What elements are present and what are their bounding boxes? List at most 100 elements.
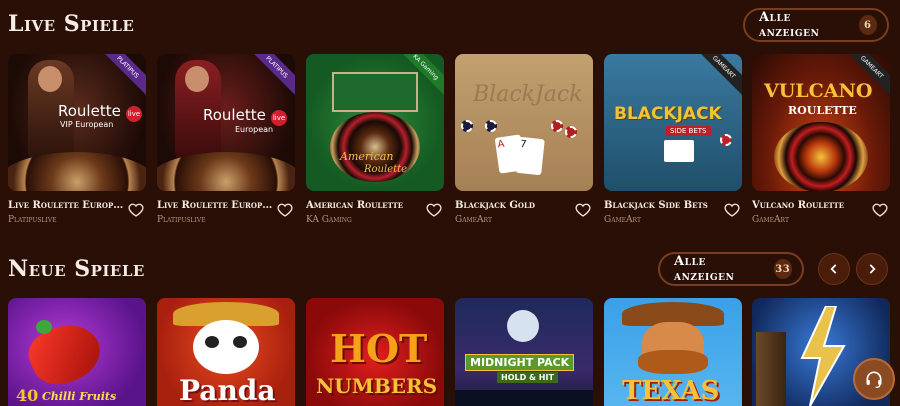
game-title[interactable]: Vulcano Roulette (752, 200, 868, 211)
roulette-wheel (774, 122, 868, 191)
favorite-heart-icon[interactable] (575, 202, 591, 218)
favorite-heart-icon[interactable] (128, 202, 144, 218)
game-provider: GameArt (752, 215, 789, 225)
panda-eye (233, 336, 247, 348)
pepper-stem (36, 320, 52, 334)
thumb-subtitle: NUMBERS (316, 374, 438, 398)
count-badge: 33 (773, 259, 792, 279)
game-provider: KA Gaming (306, 215, 352, 225)
thumb-title: TEXAS (622, 376, 720, 406)
live-badge: live (126, 106, 142, 122)
headset-icon (866, 371, 882, 388)
count-badge: 6 (858, 15, 877, 35)
game-card-live-roulette-european[interactable]: Roulette live European PLATIPUS Live Rou… (157, 54, 295, 225)
forest-silhouette (455, 390, 593, 406)
dealer-face (185, 66, 209, 92)
game-card-blackjack-gold[interactable]: BlackJack A 7 Blackjack Gold GameArt (455, 54, 593, 225)
thumb-title: Panda (179, 374, 276, 406)
favorite-heart-icon[interactable] (724, 202, 740, 218)
provider-ribbon: PLATIPUS (94, 54, 146, 101)
game-thumbnail[interactable]: Panda (157, 298, 295, 406)
dealer-face (38, 66, 62, 92)
roulette-wheel (157, 152, 295, 191)
favorite-heart-icon[interactable] (277, 202, 293, 218)
moon (507, 310, 539, 342)
game-title[interactable]: Live Roulette European (157, 200, 273, 211)
game-card-new-hot-numbers[interactable]: HOT NUMBERS (306, 298, 444, 406)
game-title[interactable]: Blackjack Side Bets (604, 200, 720, 211)
thumb-title: VULCANO (764, 80, 873, 102)
game-card-new-chilli-fruits[interactable]: 40 Chilli Fruits (8, 298, 146, 406)
cowboy-beard (638, 350, 708, 374)
chevron-left-icon (830, 264, 837, 274)
roulette-table (332, 72, 418, 112)
game-card-american-roulette[interactable]: American Roulette KA Gaming American Rou… (306, 54, 444, 225)
game-thumbnail[interactable]: VULCANO ROULETTE GAMEART (752, 54, 890, 191)
game-provider: Platipuslive (157, 215, 206, 225)
thumb-subtitle: ROULETTE (788, 104, 857, 117)
game-provider: GameArt (455, 215, 492, 225)
show-all-label: Alle anzeigen (759, 10, 820, 40)
game-provider: GameArt (604, 215, 641, 225)
panda-face (193, 320, 259, 374)
game-thumbnail[interactable]: American Roulette KA Gaming (306, 54, 444, 191)
casino-chip (720, 134, 732, 146)
provider-ribbon: GAMEART (690, 54, 742, 101)
game-title[interactable]: Live Roulette European... (8, 200, 124, 211)
favorite-heart-icon[interactable] (872, 202, 888, 218)
roulette-wheel (8, 152, 146, 191)
thumb-title: HOT (330, 326, 428, 371)
new-section-title: Neue Spiele (8, 256, 145, 282)
casino-chip (485, 120, 497, 132)
game-thumbnail[interactable]: Roulette live VIP European PLATIPUS (8, 54, 146, 191)
game-thumbnail[interactable]: Roulette live European PLATIPUS (157, 54, 295, 191)
thumb-title: BLACKJACK (614, 104, 722, 124)
panda-eye (205, 336, 219, 348)
thumb-subtitle: HOLD & HIT (497, 372, 558, 383)
game-title[interactable]: Blackjack Gold (455, 200, 571, 211)
game-title[interactable]: American Roulette (306, 200, 422, 211)
show-all-label: Alle anzeigen (674, 254, 735, 284)
thumb-title: American (340, 150, 394, 163)
live-badge: live (271, 110, 287, 126)
thumb-subtitle: SIDE BETS (666, 126, 711, 136)
game-thumbnail[interactable]: 40 Chilli Fruits (8, 298, 146, 406)
game-thumbnail[interactable]: MIDNIGHT PACK HOLD & HIT (455, 298, 593, 406)
wooden-frame (756, 332, 786, 406)
game-card-new-midnight-pack[interactable]: MIDNIGHT PACK HOLD & HIT (455, 298, 593, 406)
carousel-prev-button[interactable] (818, 253, 850, 285)
game-card-new-texas[interactable]: TEXAS (604, 298, 742, 406)
game-card-vulcano-roulette[interactable]: VULCANO ROULETTE GAMEART Vulcano Roulett… (752, 54, 890, 225)
casino-chip (551, 120, 563, 132)
favorite-heart-icon[interactable] (426, 202, 442, 218)
game-thumbnail[interactable]: BlackJack A 7 (455, 54, 593, 191)
game-card-live-roulette-vip[interactable]: Roulette live VIP European PLATIPUS Live… (8, 54, 146, 225)
lightning-bolt-icon (800, 306, 846, 406)
thumb-title: Roulette (203, 106, 266, 124)
game-thumbnail[interactable]: HOT NUMBERS (306, 298, 444, 406)
thumb-subtitle: VIP European (60, 120, 114, 129)
thumb-title: BlackJack (473, 82, 583, 107)
chilli-pepper (21, 313, 109, 395)
casino-chip (461, 120, 473, 132)
chevron-right-icon (869, 264, 876, 274)
casino-chip (565, 126, 577, 138)
provider-ribbon: PLATIPUS (243, 54, 295, 101)
game-card-blackjack-side-bets[interactable]: BLACKJACK SIDE BETS GAMEART Blackjack Si… (604, 54, 742, 225)
thumb-title: MIDNIGHT PACK (465, 354, 575, 371)
playing-card (678, 140, 694, 162)
game-thumbnail[interactable]: BLACKJACK SIDE BETS GAMEART (604, 54, 742, 191)
new-show-all-button[interactable]: Alle anzeigen 33 (658, 252, 804, 286)
carousel-next-button[interactable] (856, 253, 888, 285)
game-provider: Platipuslive (8, 215, 57, 225)
game-thumbnail[interactable]: TEXAS (604, 298, 742, 406)
live-section-title: Live Spiele (8, 11, 135, 37)
support-chat-button[interactable] (853, 358, 895, 400)
playing-card: 7 (515, 136, 545, 176)
thumb-title: Roulette (58, 102, 121, 120)
live-show-all-button[interactable]: Alle anzeigen 6 (743, 8, 889, 42)
thumb-subtitle: European (235, 125, 274, 134)
game-card-new-panda[interactable]: Panda (157, 298, 295, 406)
thumb-subtitle: Chilli Fruits (42, 390, 117, 403)
thumb-title: 40 (16, 386, 39, 405)
